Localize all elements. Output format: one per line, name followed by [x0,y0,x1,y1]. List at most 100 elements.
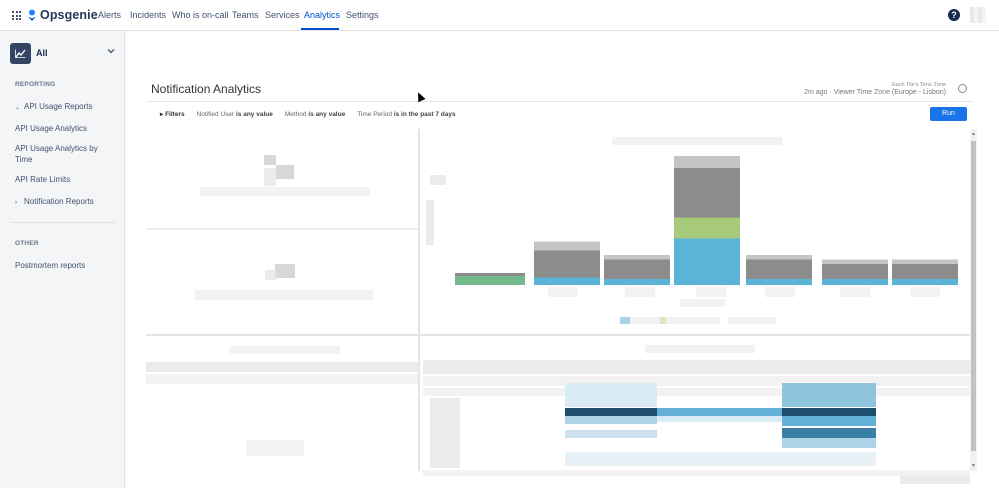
app-switcher-icon[interactable] [12,11,21,20]
nav-teams[interactable]: Teams [232,10,259,20]
sidebar-item-api-rate-limits[interactable]: API Rate Limits [15,174,70,185]
x-tick-blurred [548,287,578,297]
bar-segment [455,276,525,285]
reporting-heading: REPORTING [15,81,56,88]
space-switcher[interactable]: All [10,42,118,64]
tile-divider [418,129,420,471]
last-updated: 2m ago [804,89,828,96]
timezone-value: Viewer Time Zone (Europe - Lisbon) [833,89,946,96]
nav-who-is-on-call[interactable]: Who is on-call [172,10,229,20]
heatmap-cell [565,408,657,416]
gear-icon[interactable] [958,84,967,93]
table-title-blurred [230,346,340,354]
heatmap-title-blurred [645,345,755,353]
filter-key: Notified User [196,110,235,118]
filter-value: is any value [235,110,273,118]
sidebar-item-postmortem-reports[interactable]: Postmortem reports [15,260,85,271]
heatmap-cell [565,383,657,407]
stacked-bar-chart [455,156,958,285]
blurred-value [265,270,277,280]
nav-analytics[interactable]: Analytics [304,10,340,20]
help-icon[interactable]: ? [948,9,960,21]
filter-time-period[interactable]: Time Period is in the past 7 days [357,111,455,118]
bar-segment [534,250,600,278]
other-heading: OTHER [15,240,39,247]
legend-swatch [620,317,630,324]
bar-segment [892,264,958,279]
scroll-down-icon[interactable]: ▼ [971,463,976,469]
legend-label-blurred [630,317,660,324]
heatmap-cell [565,430,657,438]
bar-segment [892,259,958,264]
tz-line: 2m ago · Viewer Time Zone (Europe - Lisb… [804,89,946,96]
chevron-down-icon: ⌄ [15,105,21,111]
filter-notified-user[interactable]: Notified User is any value [197,111,273,118]
x-tick-blurred [696,287,726,297]
y-axis-label-blurred [430,175,446,185]
bar-segment [604,279,670,285]
table-header-blurred [146,362,418,372]
footer-watermark-blurred [900,476,970,484]
filter-key: Method [284,110,307,118]
opsgenie-logo[interactable]: Opsgenie [27,8,98,22]
sidebar-group-label: Notification Reports [24,197,94,206]
nav-incidents[interactable]: Incidents [130,10,166,20]
filter-value: is in the past 7 days [393,110,456,118]
x-tick-blurred [910,287,940,297]
bar-segment [822,279,888,285]
heatmap-cell [782,416,876,426]
tz-mode-label: Each Tile's Time Zone [892,82,946,88]
top-navigation: Opsgenie Alerts Incidents Who is on-call… [0,0,999,31]
sidebar-group-notification-reports[interactable]: › Notification Reports [15,196,94,209]
x-tick-blurred [840,287,870,297]
blurred-label [195,290,373,300]
sidebar-item-api-usage-analytics[interactable]: API Usage Analytics [15,123,87,134]
sidebar-item-api-usage-by-time[interactable]: API Usage Analytics by Time [15,143,115,165]
opsgenie-logo-icon [28,9,36,21]
timezone-info[interactable]: Each Tile's Time Zone 2m ago · Viewer Ti… [804,82,946,96]
heatmap-row-blurred [423,388,970,396]
y-axis-title-blurred [426,200,434,245]
heatmap-cell [782,438,876,448]
bar-segment [674,168,740,218]
x-tick-blurred [765,287,795,297]
table-row-blurred [146,374,418,384]
x-axis-title-blurred [680,299,725,307]
blurred-value [264,155,276,165]
dashboard-scrollbar[interactable]: ▲ ▼ [970,129,977,471]
heatmap-footer-blurred [423,470,970,476]
filter-method[interactable]: Method is any value [285,111,345,118]
nav-alerts[interactable]: Alerts [98,10,121,20]
heatmap-header-blurred [423,360,970,374]
nav-services[interactable]: Services [265,10,300,20]
bar-segment [674,156,740,168]
filter-bar: ▸ Filters Notified User is any value Met… [160,110,456,119]
bar-segment [746,279,812,285]
sidebar-group-api-usage-reports[interactable]: ⌄ API Usage Reports [15,101,92,114]
heatmap-cell [782,428,876,438]
blurred-value [264,168,276,186]
chart-title-blurred [612,137,782,145]
chevron-down-icon [107,49,115,54]
bar-segment [746,255,812,260]
run-button[interactable]: Run [930,107,967,121]
bar-segment [674,217,740,239]
legend-label-blurred [666,317,720,324]
heatmap-row-blurred [423,376,970,386]
bar-segment [534,277,600,285]
heatmap-row-labels-blurred [430,398,460,468]
bar-segment [822,264,888,279]
nav-settings[interactable]: Settings [346,10,379,20]
legend-label-blurred [728,317,776,324]
scroll-up-icon[interactable]: ▲ [971,131,976,137]
blurred-value [276,165,294,179]
x-tick-blurred [625,287,655,297]
tile-divider [146,334,976,336]
scroll-thumb[interactable] [971,141,976,451]
filters-toggle[interactable]: ▸ Filters [160,110,185,118]
heatmap-cell [782,383,876,407]
bar-segment [604,259,670,279]
user-avatar[interactable] [970,7,986,23]
heatmap-cell [657,416,782,422]
sidebar-divider [10,222,116,223]
